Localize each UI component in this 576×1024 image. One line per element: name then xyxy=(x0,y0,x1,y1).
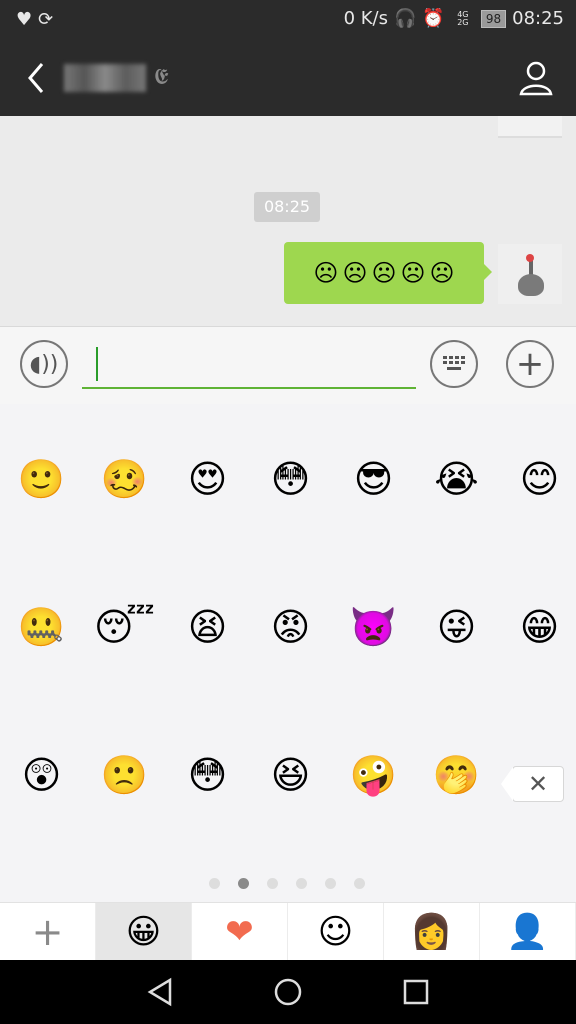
battery-indicator: 98 xyxy=(480,9,507,28)
emoji-tabs: + 😀 ❤ ☺ 👩 👤 xyxy=(0,902,576,961)
more-button[interactable]: + xyxy=(506,340,554,388)
bubble-emoji: ☹ xyxy=(313,259,339,287)
message-timestamp: 08:25 xyxy=(254,192,320,222)
delete-button[interactable]: ✕ xyxy=(501,766,564,802)
emoji[interactable]: 😴 xyxy=(83,598,166,746)
emoji[interactable]: 😎 xyxy=(332,450,415,598)
emoji[interactable]: 😡 xyxy=(249,598,332,746)
network-speed: 0 K/s xyxy=(343,8,388,29)
signal-indicator: 4G 2G xyxy=(457,9,469,27)
page-indicator xyxy=(209,878,365,889)
message-input[interactable] xyxy=(82,343,416,389)
page-dot-active[interactable] xyxy=(238,878,249,889)
bubble-emoji: ☹ xyxy=(342,259,368,287)
page-dot[interactable] xyxy=(325,878,336,889)
emoji[interactable]: 😜 xyxy=(415,598,498,746)
emoji[interactable]: 🤭 xyxy=(415,746,498,894)
sync-icon: ⟳ xyxy=(38,9,60,30)
emoji[interactable]: 👿 xyxy=(332,598,415,746)
status-left-icons: ♥⟳ xyxy=(16,9,59,30)
previous-avatar[interactable] xyxy=(498,116,562,138)
emoji[interactable]: 😊 xyxy=(498,450,576,598)
system-nav-bar xyxy=(0,960,576,1024)
emoji[interactable]: 🥴 xyxy=(83,450,166,598)
emoji[interactable]: 😲 xyxy=(0,746,83,894)
voice-button[interactable]: ◖)) xyxy=(20,340,68,388)
emoji[interactable]: 🙂 xyxy=(0,450,83,598)
tab-add[interactable]: + xyxy=(0,903,96,961)
status-bar: ♥⟳ 0 K/s 🎧 ⏰ 4G 2G 98 08:25 xyxy=(0,0,576,40)
ear-icon: 𝕰 xyxy=(154,65,169,90)
emoji[interactable]: 🤐 xyxy=(0,598,83,746)
keyboard-button[interactable] xyxy=(430,340,478,388)
my-avatar[interactable] xyxy=(498,244,562,304)
bubble-emoji: ☹ xyxy=(429,259,455,287)
emoji-panel: 🙂 🥴 😍 😳 😎 😭 😊 🤐 😴 😫 😡 👿 😜 😁 😲 🙁 😳 😆 🤪 🤭 … xyxy=(0,404,576,902)
headphone-icon: 🎧 xyxy=(394,8,417,29)
emoji[interactable]: 🤪 xyxy=(332,746,415,894)
bubble-emoji: ☹ xyxy=(400,259,426,287)
heart-pulse-icon: ♥ xyxy=(16,9,39,30)
tab-sticker-pack-2[interactable]: 👩 xyxy=(384,903,480,961)
tab-sticker-pack-3[interactable]: 👤 xyxy=(480,903,576,961)
voice-icon: ◖)) xyxy=(29,351,59,377)
emoji[interactable]: 😍 xyxy=(166,450,249,598)
emoji[interactable]: 😳 xyxy=(249,450,332,598)
heart-icon: ❤ xyxy=(225,912,254,952)
person-icon[interactable] xyxy=(516,58,556,98)
page-dot[interactable] xyxy=(296,878,307,889)
message-bubble[interactable]: ☹ ☹ ☹ ☹ ☹ xyxy=(284,242,492,304)
page-dot[interactable] xyxy=(267,878,278,889)
nav-recents-icon[interactable] xyxy=(400,976,432,1008)
status-time: 08:25 xyxy=(512,8,564,29)
chat-title-blurred xyxy=(64,64,146,92)
emoji[interactable]: 😳 xyxy=(166,746,249,894)
keyboard-icon xyxy=(443,356,465,370)
page-dot[interactable] xyxy=(354,878,365,889)
emoji-grid: 🙂 🥴 😍 😳 😎 😭 😊 🤐 😴 😫 😡 👿 😜 😁 😲 🙁 😳 😆 🤪 🤭 xyxy=(0,450,576,894)
back-icon[interactable] xyxy=(18,58,58,98)
emoji[interactable]: 😫 xyxy=(166,598,249,746)
chat-area[interactable]: 08:25 ☹ ☹ ☹ ☹ ☹ xyxy=(0,116,576,326)
tab-sticker-pack-1[interactable]: ☺ xyxy=(288,903,384,961)
plus-icon: + xyxy=(515,344,545,384)
emoji[interactable]: 😭 xyxy=(415,450,498,598)
status-right: 0 K/s 🎧 ⏰ 4G 2G 98 08:25 xyxy=(344,8,564,29)
tab-default-emoji[interactable]: 😀 xyxy=(96,903,192,961)
emoji[interactable]: 🙁 xyxy=(83,746,166,894)
backspace-icon: ✕ xyxy=(527,770,549,798)
nav-back-icon[interactable] xyxy=(144,976,176,1008)
chat-header: 𝕰 xyxy=(0,40,576,116)
emoji[interactable]: 😁 xyxy=(498,598,576,746)
alarm-icon: ⏰ xyxy=(422,8,445,29)
bubble-emoji: ☹ xyxy=(371,259,397,287)
nav-home-icon[interactable] xyxy=(272,976,304,1008)
input-caret xyxy=(96,347,98,381)
page-dot[interactable] xyxy=(209,878,220,889)
input-bar: ◖)) + xyxy=(0,326,576,406)
emoji[interactable]: 😆 xyxy=(249,746,332,894)
tab-favorites[interactable]: ❤ xyxy=(192,903,288,961)
